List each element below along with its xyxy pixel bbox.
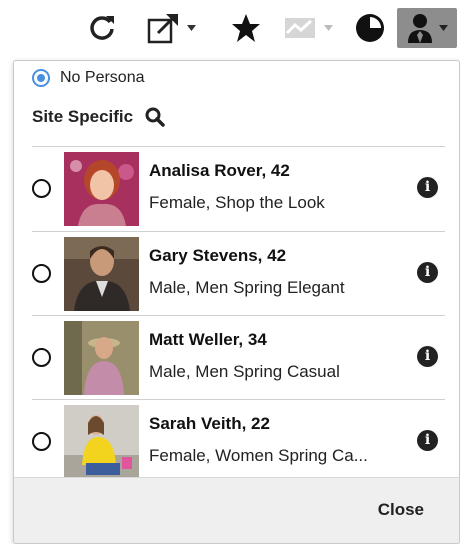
info-icon[interactable]: i [417, 430, 438, 451]
refresh-button[interactable] [84, 8, 120, 48]
persona-name: Sarah Veith, 22 [149, 414, 270, 433]
radio-selected[interactable] [32, 69, 50, 87]
persona-name: Matt Weller, 34 [149, 330, 267, 349]
persona-radio[interactable] [32, 179, 51, 198]
persona-radio[interactable] [32, 348, 51, 367]
persona-description: Male, Men Spring Casual [149, 362, 340, 381]
avatar-analisa [64, 152, 139, 226]
persona-row-analisa[interactable]: Analisa Rover, 42 Female, Shop the Look … [14, 147, 459, 231]
persona-description: Female, Women Spring Ca... [149, 446, 368, 465]
history-icon [356, 14, 384, 42]
avatar-matt [64, 321, 139, 395]
history-button[interactable] [352, 8, 388, 48]
persona-name: Gary Stevens, 42 [149, 246, 287, 265]
persona-radio[interactable] [32, 432, 51, 451]
avatar-gary [64, 237, 139, 311]
persona-row-gary[interactable]: Gary Stevens, 42 Male, Men Spring Elegan… [14, 232, 459, 316]
site-specific-header: Site Specific [32, 107, 165, 127]
star-icon [232, 14, 260, 42]
no-persona-option[interactable]: No Persona [32, 69, 145, 87]
persona-description: Male, Men Spring Elegant [149, 278, 345, 297]
chart-icon [284, 18, 315, 38]
chevron-down-icon[interactable] [438, 25, 448, 31]
chart-button[interactable] [280, 8, 336, 48]
chevron-down-icon[interactable] [323, 25, 333, 31]
open-external-button[interactable] [136, 8, 206, 48]
info-icon[interactable]: i [417, 262, 438, 283]
persona-row-matt[interactable]: Matt Weller, 34 Male, Men Spring Casual … [14, 316, 459, 400]
search-icon[interactable] [145, 107, 165, 127]
no-persona-label: No Persona [60, 69, 145, 86]
info-icon[interactable]: i [417, 177, 438, 198]
persona-radio[interactable] [32, 264, 51, 283]
open-external-icon [147, 14, 178, 44]
close-button[interactable]: Close [378, 500, 424, 520]
info-icon[interactable]: i [417, 346, 438, 367]
panel-footer: Close [14, 477, 459, 543]
persona-description: Female, Shop the Look [149, 193, 325, 212]
persona-icon [407, 14, 432, 43]
chevron-down-icon[interactable] [186, 25, 196, 31]
persona-row-sarah[interactable]: Sarah Veith, 22 Female, Women Spring Ca.… [14, 400, 459, 484]
persona-name: Analisa Rover, 42 [149, 161, 290, 180]
persona-panel: No Persona Site Specific Analisa Rover, … [13, 60, 460, 544]
favorite-button[interactable] [228, 8, 264, 48]
site-specific-label: Site Specific [32, 107, 134, 126]
avatar-sarah [64, 405, 139, 479]
refresh-icon [90, 16, 114, 40]
toolbar [0, 0, 460, 56]
persona-button[interactable] [397, 8, 457, 48]
